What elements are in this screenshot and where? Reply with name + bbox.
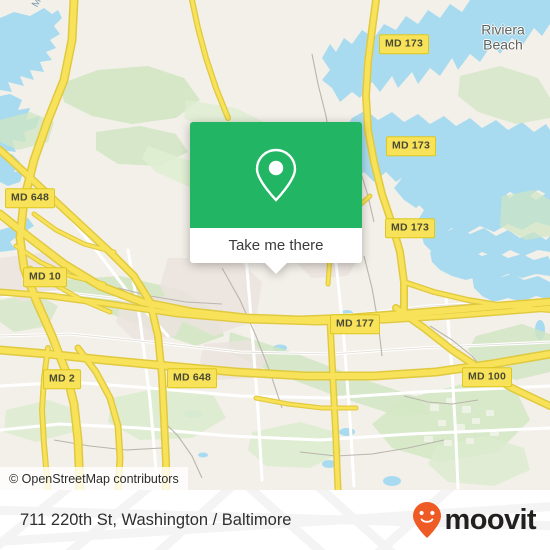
moovit-wordmark: moovit [444,503,537,536]
osm-attribution[interactable]: © OpenStreetMap contributors [0,467,188,490]
road-shield-md-173-south[interactable]: MD 173 [385,218,435,238]
footer-content: 711 220th St, Washington / Baltimore moo… [0,490,550,550]
moovit-logo[interactable]: moovit [412,501,537,539]
road-shield-md-10[interactable]: MD 10 [23,267,67,287]
road-shield-md-173-north[interactable]: MD 173 [379,34,429,54]
footer-bar: 711 220th St, Washington / Baltimore moo… [0,490,550,550]
place-label-line1: Riviera [481,21,525,38]
map-canvas[interactable]: Marley RivieraBeach MD 173 MD 173 MD 173… [0,0,550,490]
road-shield-md-2[interactable]: MD 2 [43,369,81,389]
place-label-riviera-beach: Riviera Beach [481,22,525,51]
map-pin-icon [255,148,297,202]
road-shield-md-173-mid[interactable]: MD 173 [386,136,436,156]
address-label: 711 220th St, Washington / Baltimore [20,510,292,529]
map-screenshot: Marley RivieraBeach MD 173 MD 173 MD 173… [0,0,550,550]
place-label-line2: Beach [483,36,523,52]
location-callout-card[interactable]: Take me there [190,122,362,274]
moovit-pin-smiley-icon [412,502,441,538]
road-shield-md-177[interactable]: MD 177 [330,314,380,334]
road-shield-md-648-south[interactable]: MD 648 [167,368,217,388]
callout-tail-pointer [265,263,287,274]
callout-footer[interactable]: Take me there [190,228,362,274]
osm-attribution-text: © OpenStreetMap contributors [9,471,179,486]
callout-header [190,122,362,228]
road-shield-md-648-north[interactable]: MD 648 [5,188,55,208]
take-me-there-label: Take me there [228,237,324,254]
road-shield-md-100[interactable]: MD 100 [462,367,512,387]
